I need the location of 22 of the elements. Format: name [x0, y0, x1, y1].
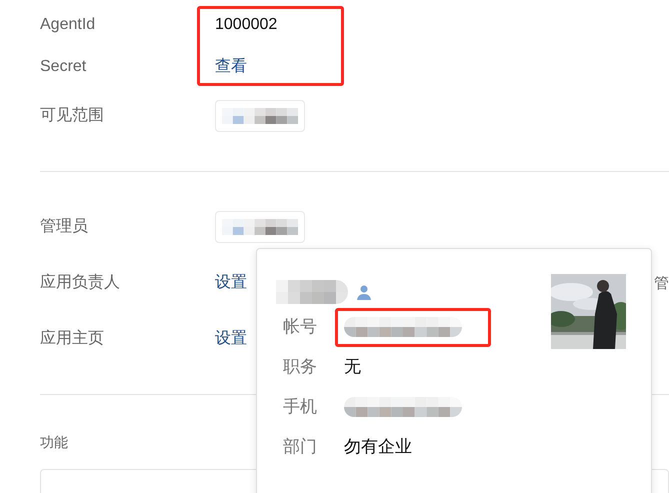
mosaic-drawing — [276, 280, 348, 304]
field-link[interactable]: 查看 — [215, 55, 247, 79]
field-link[interactable]: 设置 — [215, 271, 247, 295]
info-label: 职务 — [283, 356, 318, 378]
info-label: 部门 — [283, 436, 318, 458]
field-label: AgentId — [40, 15, 96, 35]
info-label: 帐号 — [283, 316, 318, 338]
info-value: 无 — [344, 356, 361, 378]
member-tag[interactable] — [215, 211, 305, 243]
info-value: 勿有企业 — [344, 436, 412, 458]
person-icon — [356, 284, 372, 300]
field-label: 应用主页 — [40, 328, 105, 349]
field-link[interactable]: 设置 — [215, 327, 247, 351]
field-label: 应用负责人 — [40, 272, 121, 293]
field-label: Secret — [40, 57, 88, 77]
field-value: 1000002 — [215, 15, 278, 35]
section-title: 功能 — [40, 433, 68, 452]
field-label: 管理员 — [40, 217, 89, 237]
member-tag[interactable] — [215, 100, 305, 132]
info-label: 手机 — [283, 396, 318, 418]
field-label: 可见范围 — [40, 106, 105, 126]
cut-text: 管 — [654, 276, 669, 290]
